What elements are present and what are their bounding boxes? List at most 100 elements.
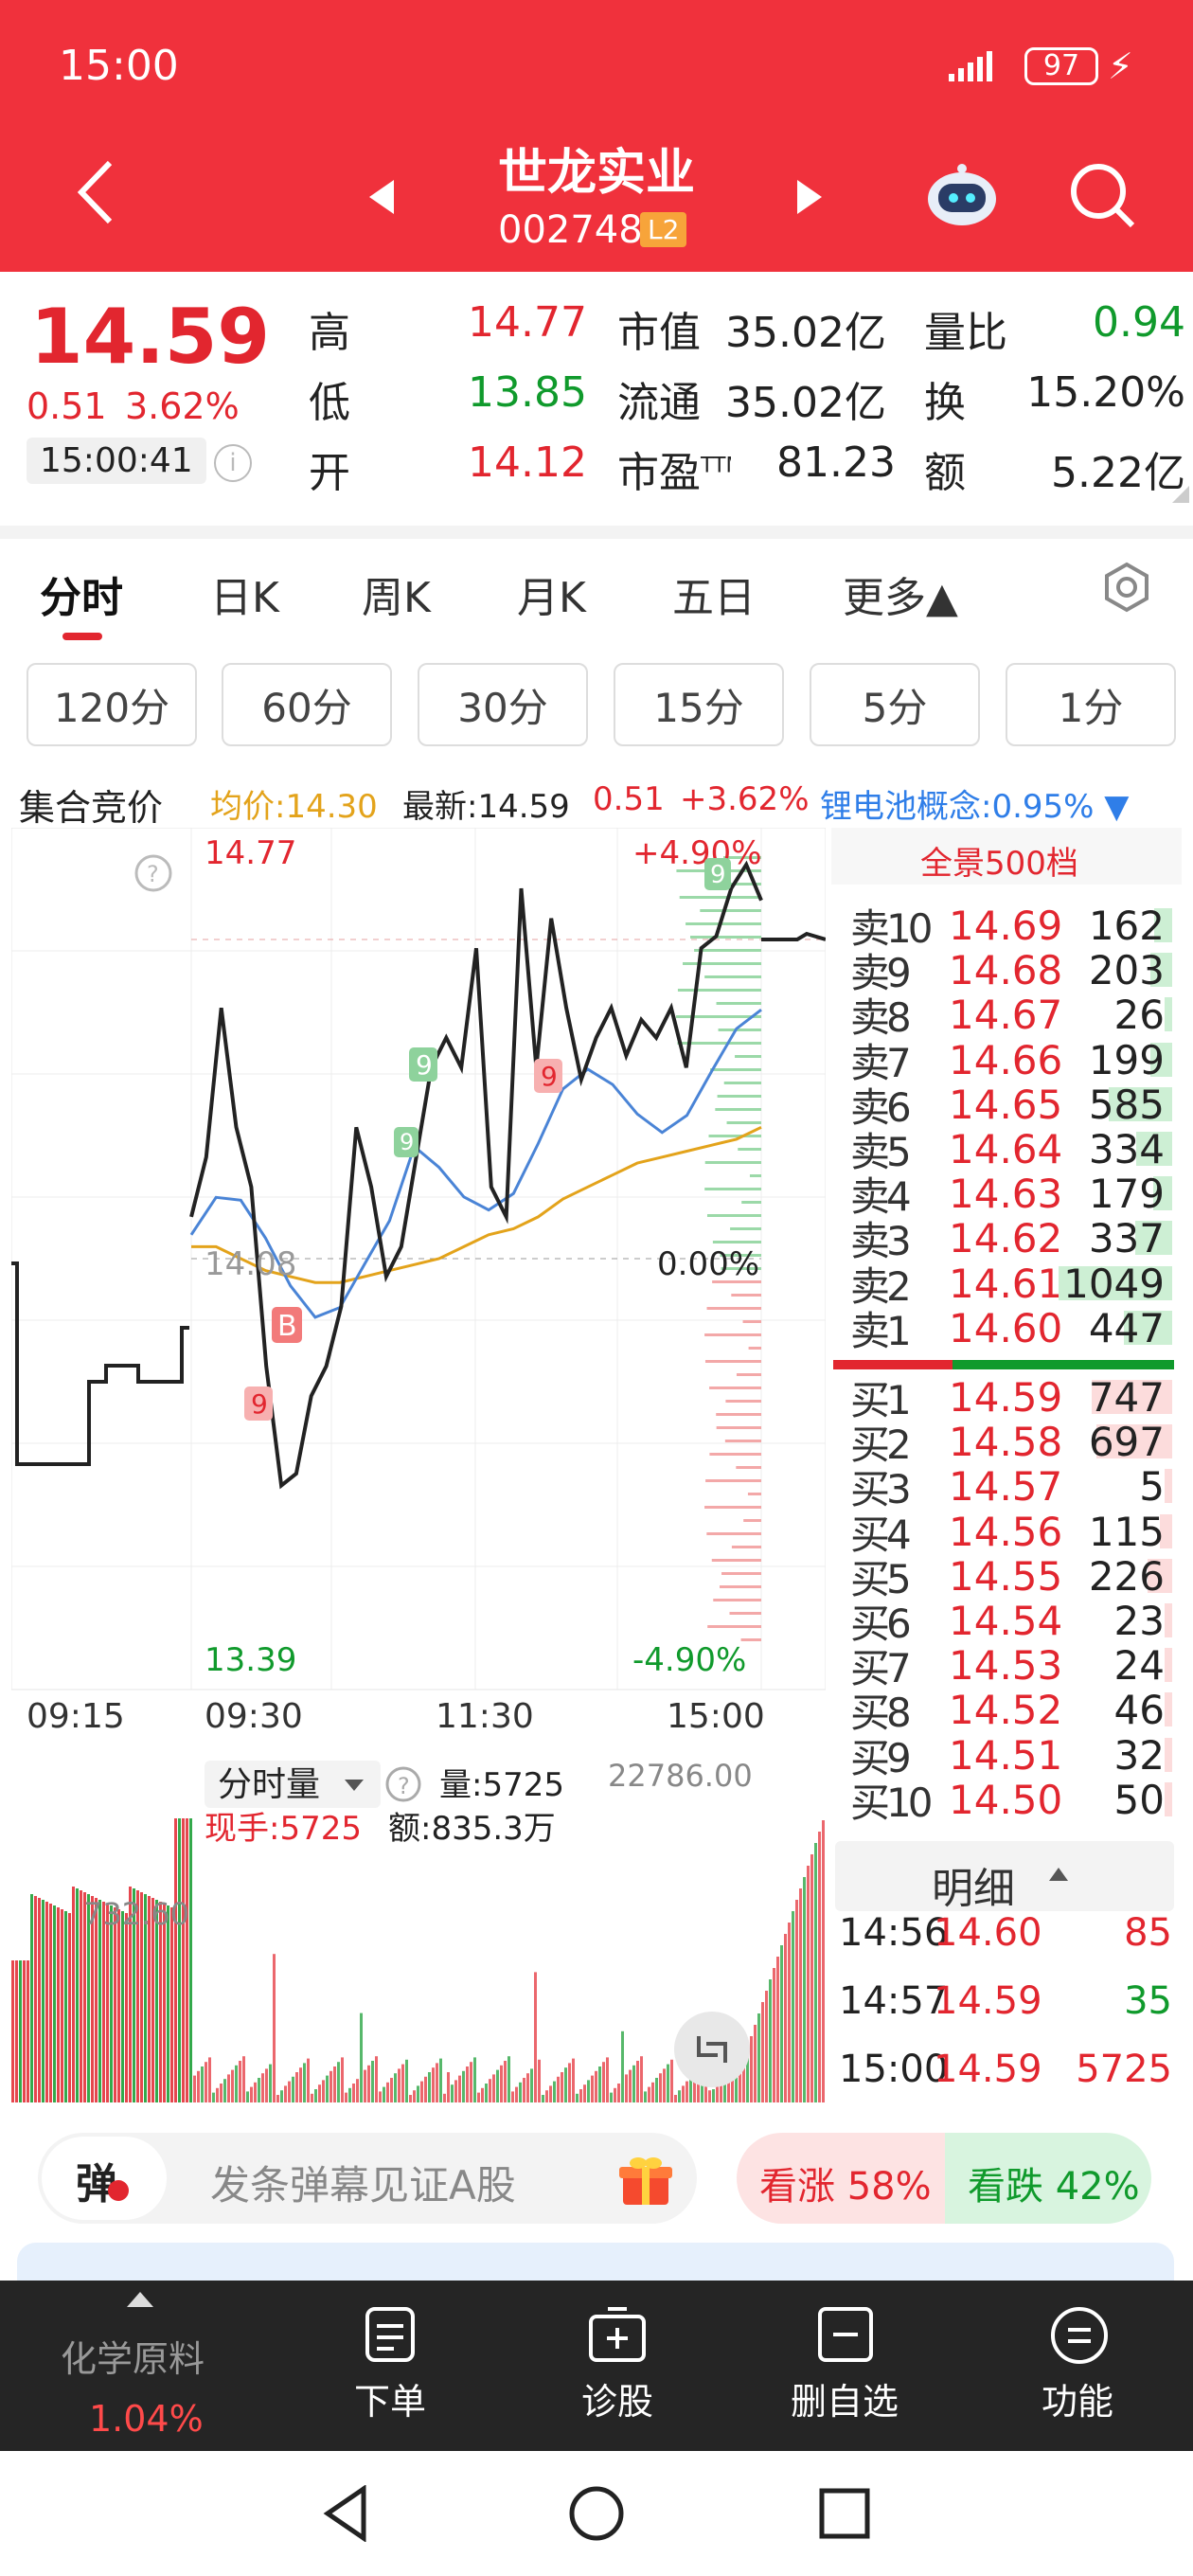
orderbook-volume: 697: [1060, 1419, 1172, 1465]
depth-bar: [704, 1188, 761, 1190]
float-value: 35.02亿: [725, 379, 886, 427]
depth-bar: [713, 1599, 761, 1601]
orderbook-volume: 23: [1060, 1598, 1172, 1644]
robot-assistant-icon[interactable]: [923, 161, 1001, 227]
nav-functions[interactable]: 功能: [1002, 2372, 1153, 2424]
tab-more[interactable]: 更多▲: [843, 564, 958, 624]
fullscreen-button[interactable]: [674, 2012, 750, 2087]
depth-bar: [706, 1307, 761, 1310]
volume-bar: [576, 2093, 579, 2102]
signal-marker-9: 9: [534, 1059, 562, 1093]
app-header: 15:00 97 ⚡ 世龙实业 002748 L2: [0, 0, 1193, 272]
orderbook-price: 14.64: [949, 1126, 1063, 1172]
depth-bar: [716, 1413, 761, 1416]
depth-bar: [706, 1214, 761, 1217]
depth-bar: [704, 1161, 761, 1164]
volume-bar: [591, 2075, 594, 2102]
volume-bar: [261, 2073, 264, 2102]
volume-bar: [561, 2072, 563, 2102]
volume-bar: [420, 2081, 423, 2102]
volume-bar: [814, 1843, 817, 2102]
volume-bar: [295, 2072, 298, 2102]
interval-1[interactable]: 1分: [1006, 663, 1176, 746]
volume-bar: [526, 2073, 529, 2102]
volume-bar: [549, 2085, 552, 2102]
tab-intraday[interactable]: 分时: [40, 564, 123, 624]
search-icon[interactable]: [1068, 161, 1136, 229]
orderbook-price: 14.51: [949, 1731, 1063, 1779]
auction-label: 集合竞价: [19, 787, 164, 829]
tab-weekly-k[interactable]: 周K: [362, 564, 431, 624]
volume-bar: [765, 1991, 768, 2102]
volume-mid: 732.60: [83, 1896, 189, 1932]
nav-remove-watchlist[interactable]: 删自选: [769, 2372, 920, 2424]
volume-bar: [53, 1905, 56, 2102]
prev-stock-icon[interactable]: [367, 178, 396, 216]
expand-corner-icon[interactable]: [1172, 486, 1189, 503]
tab-daily-k[interactable]: 日K: [210, 564, 279, 624]
depth-bar: [735, 1055, 761, 1058]
detail-volume: 85: [1124, 1911, 1172, 1955]
interval-120[interactable]: 120分: [27, 663, 197, 746]
depth-bar: [705, 1479, 761, 1482]
volume-bar: [405, 2059, 408, 2102]
orderbook-title[interactable]: 全景500档: [920, 837, 1078, 884]
orderbook-price: 14.68: [949, 947, 1063, 994]
depth-bar: [710, 1068, 761, 1071]
svg-text:9: 9: [251, 1388, 268, 1420]
volume-bar: [534, 1972, 537, 2102]
interval-15[interactable]: 15分: [614, 663, 784, 746]
intraday-chart[interactable]: ? 14.77 14.08 13.39 +4.90% 0.00% -4.90% …: [11, 828, 826, 2102]
depth-bar: [716, 1426, 761, 1429]
low-value: 13.85: [468, 368, 587, 417]
volume-bar: [265, 2068, 268, 2102]
orderbook-row[interactable]: 买10 14.50 50: [850, 1777, 1172, 1826]
x-label-1130: 11:30: [436, 1697, 534, 1736]
interval-30[interactable]: 30分: [418, 663, 588, 746]
orderbook-row[interactable]: 卖1 14.60 447: [850, 1305, 1172, 1354]
volume-bar: [216, 2087, 219, 2102]
volume-bar: [212, 2092, 215, 2102]
orderbook-volume: 26: [1060, 992, 1172, 1038]
volume-bar: [38, 1898, 41, 2102]
next-stock-icon[interactable]: [795, 178, 824, 216]
recents-nav-icon[interactable]: [818, 2487, 871, 2540]
volume-bar: [553, 2081, 556, 2102]
nav-order[interactable]: 下单: [314, 2372, 466, 2424]
info-icon[interactable]: i: [214, 444, 252, 482]
volume-bar: [447, 2072, 450, 2102]
last-price: 14.59: [30, 293, 271, 381]
orderbook-price: 14.58: [949, 1419, 1063, 1466]
interval-60[interactable]: 60分: [222, 663, 392, 746]
volume-amount: 额:835.3万: [388, 1810, 556, 1848]
volume-bar: [61, 1909, 63, 2102]
interval-5[interactable]: 5分: [810, 663, 980, 746]
volume-bar: [258, 2078, 260, 2102]
tab-five-day[interactable]: 五日: [672, 564, 756, 624]
volume-bar: [773, 1968, 775, 2102]
orderbook-price: 14.61: [949, 1260, 1063, 1307]
orderbook-price: 14.59: [949, 1374, 1063, 1421]
orderbook-ratio-buy: [953, 1360, 1174, 1369]
volume-bar: [246, 2091, 249, 2102]
volume-bar: [799, 1888, 802, 2102]
home-nav-icon[interactable]: [566, 2483, 627, 2544]
sector-name[interactable]: 化学原料: [61, 2330, 205, 2382]
volume-bar: [636, 2061, 639, 2102]
gift-icon[interactable]: [617, 2152, 674, 2209]
settings-icon[interactable]: [1100, 561, 1153, 614]
orderbook-price: 14.63: [949, 1171, 1063, 1218]
tab-monthly-k[interactable]: 月K: [517, 564, 586, 624]
danmu-label: 弹: [76, 2160, 117, 2209]
nav-diagnose[interactable]: 诊股: [542, 2372, 693, 2424]
back-nav-icon[interactable]: [322, 2484, 369, 2543]
concept-link[interactable]: 锂电池概念:0.95% ▼: [820, 780, 1129, 827]
orderbook-volume: 334: [1060, 1126, 1172, 1172]
back-icon[interactable]: [74, 159, 121, 225]
orderbook-level: 卖1: [850, 1307, 912, 1354]
volume-bar: [795, 1900, 798, 2102]
volume-bar: [121, 1911, 124, 2102]
sector-pct: 1.04%: [89, 2398, 204, 2440]
svg-text:9: 9: [541, 1061, 558, 1092]
depth-bar: [679, 896, 761, 899]
